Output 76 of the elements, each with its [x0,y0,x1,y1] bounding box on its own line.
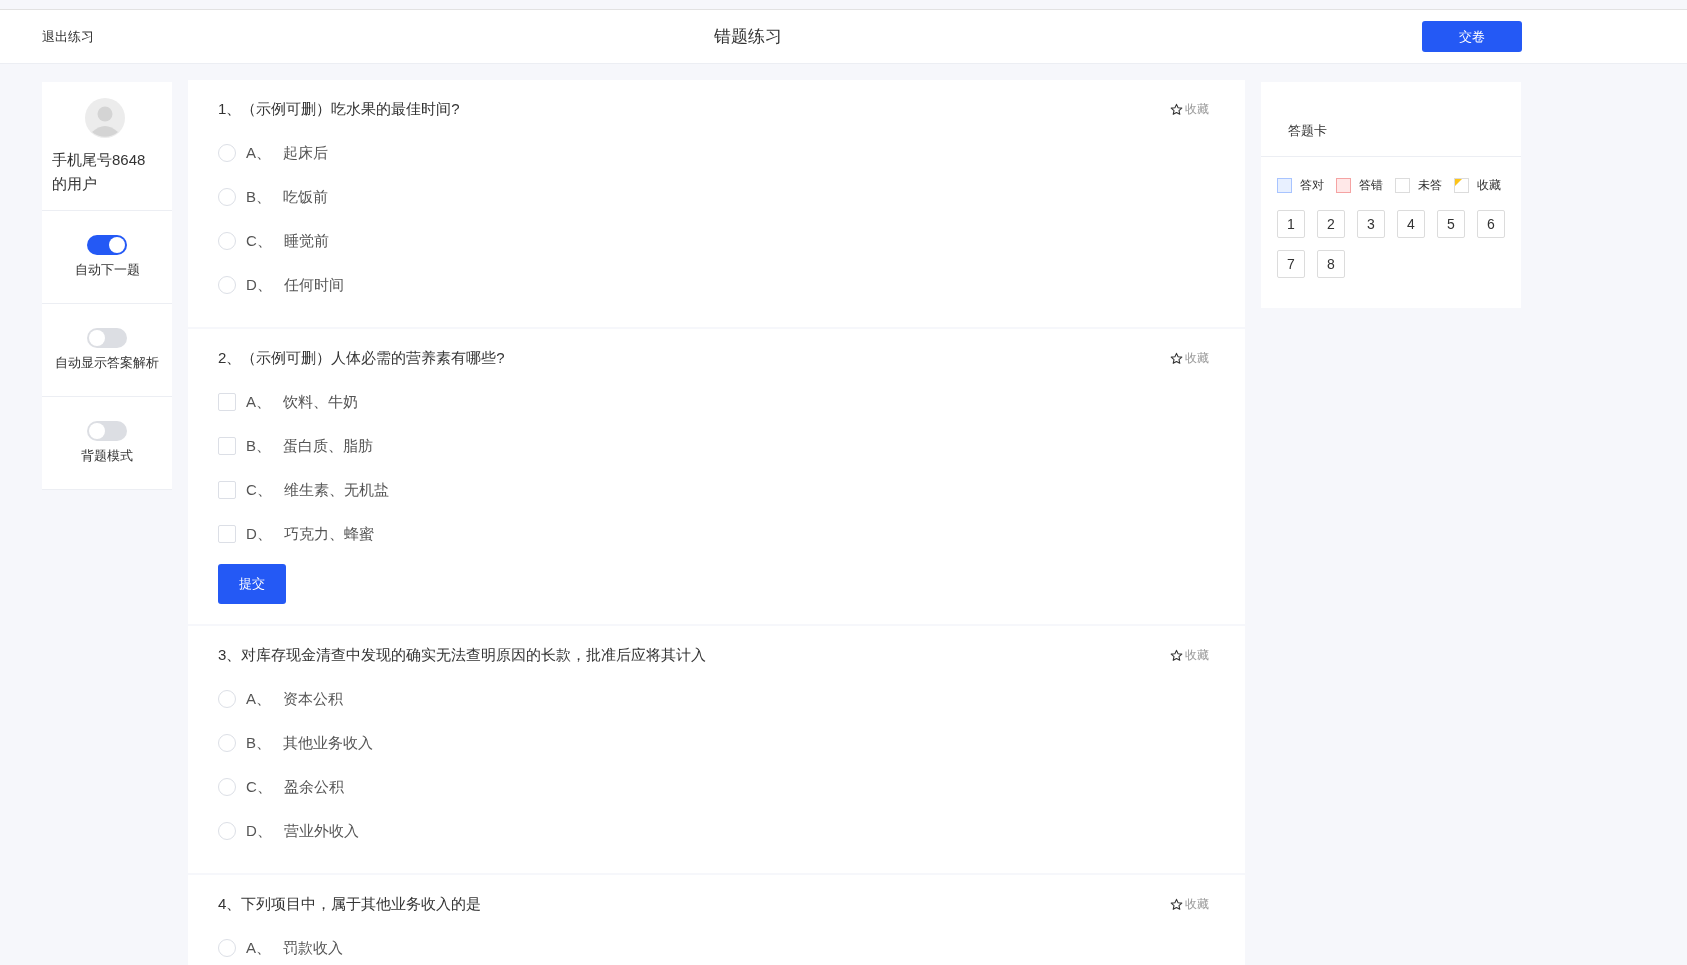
question-title: 2、（示例可删）人体必需的营养素有哪些? [218,349,505,368]
question-number-button[interactable]: 2 [1317,210,1345,238]
option-text[interactable]: 盈余公积 [283,777,344,797]
legend-label: 收藏 [1477,177,1501,194]
radio-button[interactable] [218,939,236,957]
question-number-button[interactable]: 1 [1277,210,1305,238]
toggle-switch[interactable] [87,328,127,348]
option-letter: C、 [246,777,272,797]
option-letter: D、 [246,821,272,841]
radio-button[interactable] [218,690,236,708]
question-number-button[interactable]: 7 [1277,250,1305,278]
legend-label: 答错 [1359,177,1383,194]
checkbox[interactable] [218,437,236,455]
submit-paper-button[interactable]: 交卷 [1422,21,1522,52]
option-letter: A、 [246,143,271,163]
option-text[interactable]: 巧克力、蜂蜜 [283,524,374,544]
question-title: 1、（示例可删）吃水果的最佳时间? [218,100,460,119]
question-number-button[interactable]: 4 [1397,210,1425,238]
option-letter: A、 [246,689,271,709]
option-letter: C、 [246,231,272,251]
toggle-switch[interactable] [87,235,127,255]
legend-swatch [1454,178,1469,193]
option-letter: C、 [246,480,272,500]
radio-button[interactable] [218,232,236,250]
setting-label: 自动显示答案解析 [55,354,159,372]
option-text[interactable]: 任何时间 [283,275,344,295]
question-title: 4、下列项目中，属于其他业务收入的是 [218,895,482,914]
legend-swatch [1336,178,1351,193]
legend-label: 答对 [1300,177,1324,194]
radio-button[interactable] [218,144,236,162]
checkbox[interactable] [218,393,236,411]
submit-answer-button[interactable]: 提交 [218,564,286,604]
option-letter: B、 [246,733,271,753]
star-icon [1170,352,1183,365]
option-letter: B、 [246,187,271,207]
option-letter: A、 [246,392,271,412]
question-number-button[interactable]: 6 [1477,210,1505,238]
option-text[interactable]: 起床后 [283,143,328,163]
option-text[interactable]: 罚款收入 [283,938,343,958]
legend-label: 未答 [1418,177,1442,194]
legend-swatch [1277,178,1292,193]
radio-button[interactable] [218,276,236,294]
option-text[interactable]: 睡觉前 [283,231,329,251]
radio-button[interactable] [218,778,236,796]
option-letter: D、 [246,524,272,544]
option-text[interactable]: 饮料、牛奶 [283,392,358,412]
answer-card-title: 答题卡 [1288,123,1327,138]
question-number-button[interactable]: 3 [1357,210,1385,238]
option-letter: A、 [246,938,271,958]
radio-button[interactable] [218,822,236,840]
question-number-button[interactable]: 8 [1317,250,1345,278]
option-text[interactable]: 维生素、无机盐 [283,480,389,500]
star-icon [1170,649,1183,662]
setting-label: 自动下一题 [74,261,140,279]
option-text[interactable]: 其他业务收入 [283,733,373,753]
star-icon [1170,103,1183,116]
star-icon [1170,898,1183,911]
setting-label: 背题模式 [81,447,133,465]
legend-swatch [1395,178,1410,193]
question-number-button[interactable]: 5 [1437,210,1465,238]
checkbox[interactable] [218,481,236,499]
option-text[interactable]: 资本公积 [283,689,343,709]
option-text[interactable]: 吃饭前 [283,187,328,207]
toggle-switch[interactable] [87,421,127,441]
checkbox[interactable] [218,525,236,543]
option-text[interactable]: 营业外收入 [283,821,359,841]
option-text[interactable]: 蛋白质、脂肪 [283,436,373,456]
question-title: 3、对库存现金清查中发现的确实无法查明原因的长款，批准后应将其计入 [218,646,707,665]
page-title: 错题练习 [714,27,782,46]
avatar-icon [85,98,125,138]
radio-button[interactable] [218,188,236,206]
option-letter: B、 [246,436,271,456]
user-name: 手机尾号8648的用户 [52,150,147,194]
option-letter: D、 [246,275,272,295]
radio-button[interactable] [218,734,236,752]
exit-link[interactable]: 退出练习 [42,27,94,46]
